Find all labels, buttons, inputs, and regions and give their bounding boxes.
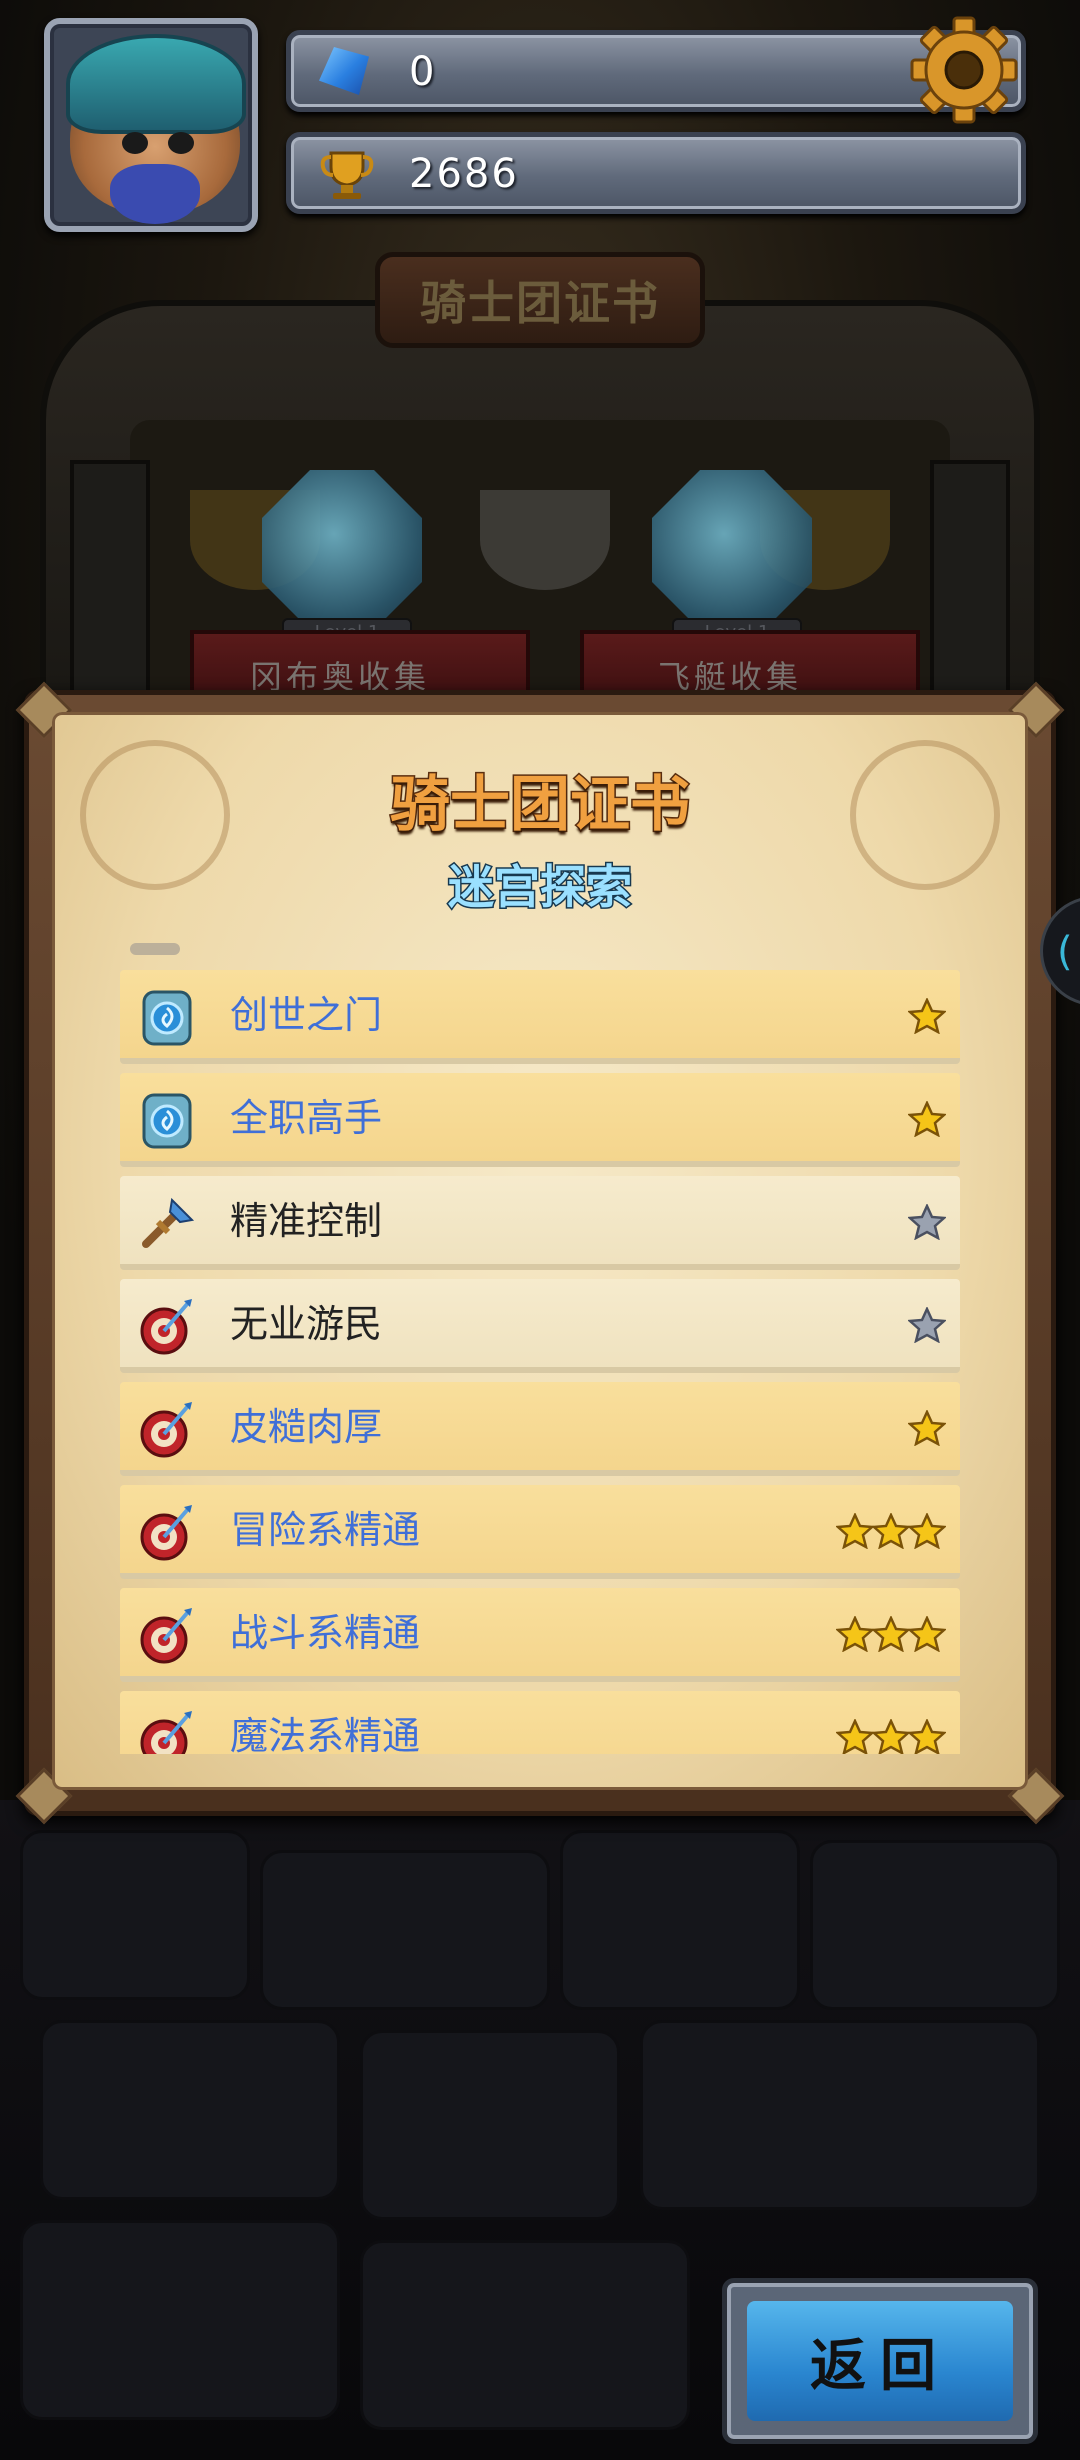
achievement-row[interactable]: 无业游民 [120, 1279, 960, 1373]
achievement-row[interactable]: 全职高手 [120, 1073, 960, 1167]
achievement-label: 全职高手 [230, 1096, 383, 1140]
achievement-label: 魔法系精通 [230, 1714, 421, 1754]
achievement-row[interactable]: 精准控制 [120, 1176, 960, 1270]
target-icon [140, 1711, 192, 1754]
floor-stone [20, 1830, 250, 2000]
floor-stone [360, 2030, 620, 2220]
gems-count: 0 [409, 49, 437, 95]
star-icon [908, 1204, 946, 1240]
achievement-label: 战斗系精通 [230, 1611, 421, 1655]
portal-icon [142, 990, 192, 1046]
star-rating [836, 1719, 946, 1754]
settings-gear-icon[interactable] [908, 14, 1020, 126]
star-rating [908, 998, 946, 1034]
portal-icon [142, 1093, 192, 1149]
panel-subtitle: 迷宫探索 [447, 859, 634, 916]
player-avatar[interactable] [44, 18, 258, 232]
floor-stone [20, 2220, 340, 2420]
target-icon [140, 1402, 192, 1458]
star-rating [908, 1204, 946, 1240]
star-rating [908, 1101, 946, 1137]
sword-icon [142, 1197, 195, 1248]
star-icon [908, 1307, 946, 1343]
star-icon [908, 1101, 946, 1137]
achievement-label: 无业游民 [230, 1302, 383, 1346]
achievement-label: 精准控制 [230, 1199, 383, 1243]
achievement-row[interactable]: 魔法系精通 [120, 1691, 960, 1754]
star-icon [908, 1410, 946, 1446]
floor-stone [360, 2240, 690, 2430]
achievement-row[interactable]: 创世之门 [120, 970, 960, 1064]
return-button[interactable]: 返回 [722, 2278, 1038, 2444]
achievement-label: 创世之门 [230, 993, 383, 1037]
panel-title: 骑士团证书 [389, 769, 692, 842]
gem-icon [319, 47, 369, 95]
gumball-crystal-icon[interactable] [262, 470, 422, 630]
achievement-label: 冒险系精通 [230, 1508, 421, 1552]
airship-crystal-icon[interactable] [652, 470, 812, 630]
star-rating [836, 1616, 946, 1652]
backdrop-title: 骑士团证书 [375, 252, 705, 348]
pillar [930, 460, 1010, 700]
floor-stone [810, 1840, 1060, 2010]
star-icon [908, 1616, 946, 1652]
trophies-bar: 2686 [286, 132, 1026, 214]
star-icon [872, 1616, 910, 1652]
achievement-label: 皮糙肉厚 [230, 1405, 383, 1449]
pillar [70, 460, 150, 700]
trophy-icon [319, 149, 374, 199]
star-icon [872, 1513, 910, 1549]
star-icon [836, 1719, 874, 1754]
achievement-row[interactable]: 战斗系精通 [120, 1588, 960, 1682]
achievement-list[interactable]: 创世之门全职高手精准控制无业游民皮糙肉厚冒险系精通战斗系精通魔法系精通 [110, 940, 972, 1754]
avatar-beard [110, 164, 200, 224]
floor-stone [560, 1830, 800, 2010]
star-icon [908, 1719, 946, 1754]
target-icon [140, 1608, 192, 1664]
floor-stone [260, 1850, 550, 2010]
star-rating [908, 1410, 946, 1446]
achievement-row[interactable]: 冒险系精通 [120, 1485, 960, 1579]
trophy-icon [480, 490, 610, 590]
target-icon [140, 1505, 192, 1561]
star-icon [872, 1719, 910, 1754]
star-icon [908, 998, 946, 1034]
floor-stone [640, 2020, 1040, 2210]
star-rating [836, 1513, 946, 1549]
star-rating [908, 1307, 946, 1343]
star-icon [836, 1513, 874, 1549]
avatar-helmet [66, 34, 246, 134]
drawer-arrow-icon: ( [1057, 929, 1073, 975]
achievement-row[interactable]: 皮糙肉厚 [120, 1382, 960, 1476]
star-icon [908, 1513, 946, 1549]
star-icon [836, 1616, 874, 1652]
target-icon [140, 1299, 192, 1355]
avatar-eye [122, 132, 148, 154]
avatar-eye [168, 132, 194, 154]
floor-stone [40, 2020, 340, 2200]
return-button-label: 返回 [747, 2301, 1013, 2421]
trophies-count: 2686 [409, 151, 519, 197]
